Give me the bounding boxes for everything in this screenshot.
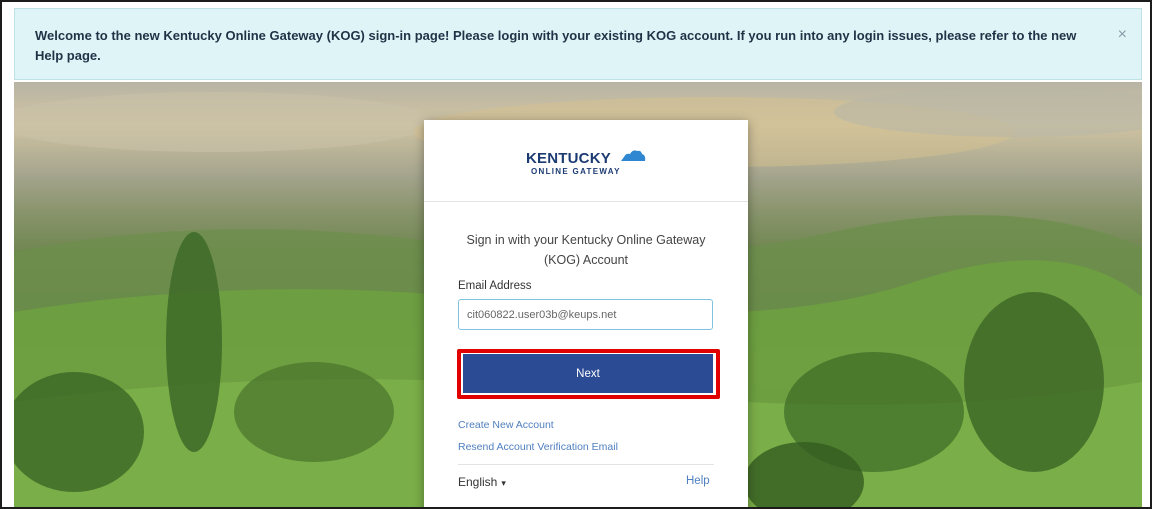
email-field[interactable] bbox=[458, 299, 713, 330]
signin-title: Sign in with your Kentucky Online Gatewa… bbox=[466, 233, 706, 267]
language-value: English bbox=[458, 475, 498, 489]
banner-message: Welcome to the new Kentucky Online Gatew… bbox=[35, 28, 1077, 63]
email-label: Email Address bbox=[458, 280, 532, 292]
logo-title: KENTUCKY bbox=[526, 150, 611, 167]
signin-card: KENTUCKY ONLINE GATEWAY Sign in with you… bbox=[424, 120, 748, 507]
footer-divider bbox=[458, 464, 714, 465]
chevron-down-icon: ▾ bbox=[501, 478, 506, 488]
close-icon[interactable]: × bbox=[1118, 27, 1127, 43]
logo-subtitle: ONLINE GATEWAY bbox=[531, 167, 621, 176]
resend-verification-link[interactable]: Resend Account Verification Email bbox=[458, 441, 618, 453]
browser-frame: Welcome to the new Kentucky Online Gatew… bbox=[0, 0, 1152, 509]
next-button[interactable]: Next bbox=[463, 354, 713, 393]
kentucky-state-shape-icon bbox=[621, 150, 646, 161]
kog-logo: KENTUCKY ONLINE GATEWAY bbox=[424, 120, 748, 202]
create-account-link[interactable]: Create New Account bbox=[458, 419, 554, 431]
language-select[interactable]: English ▾ bbox=[458, 475, 506, 489]
help-link[interactable]: Help bbox=[686, 475, 710, 487]
welcome-banner: Welcome to the new Kentucky Online Gatew… bbox=[14, 8, 1142, 80]
